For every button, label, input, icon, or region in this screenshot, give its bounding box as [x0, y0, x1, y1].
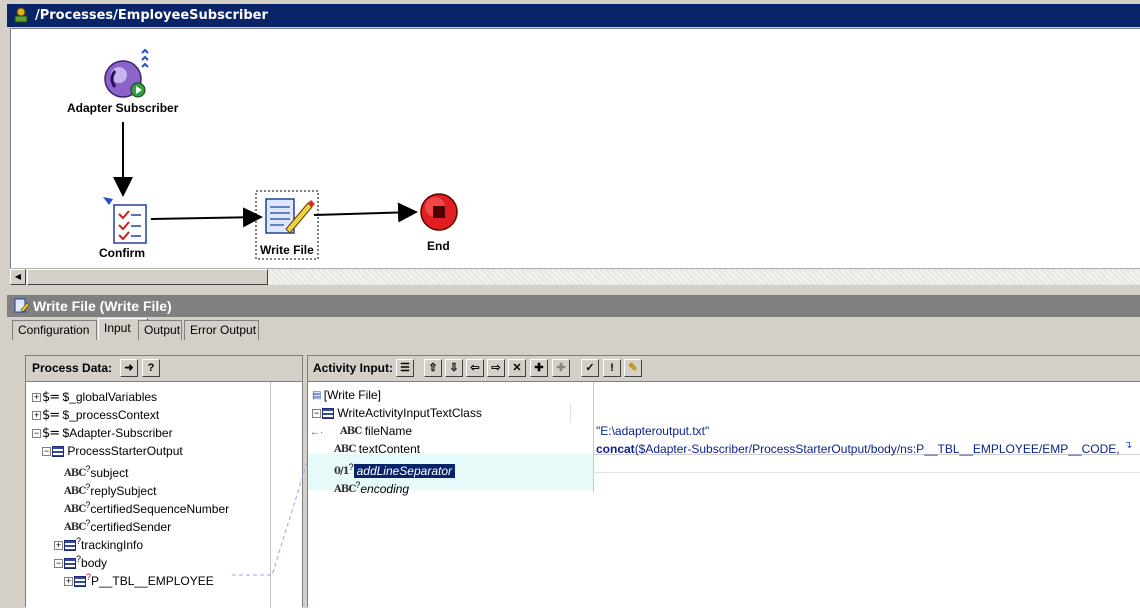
scroll-track[interactable]	[268, 270, 1140, 284]
string-icon: ABC	[334, 483, 356, 495]
concat-args: ($Adapter-Subscriber/ProcessStarterOutpu…	[634, 442, 1120, 456]
move-up-icon[interactable]: ⇧	[424, 359, 442, 377]
tree-item[interactable]: ABC textContent	[334, 440, 420, 458]
move-right-icon[interactable]: ⇨	[487, 359, 505, 377]
tree-item[interactable]: ABC?subject	[64, 460, 128, 480]
tree-item[interactable]: ABC?certifiedSender	[64, 514, 171, 534]
transition-confirm-writefile[interactable]	[150, 207, 263, 228]
tree-item[interactable]: − $= $Adapter-Subscriber	[32, 424, 173, 442]
tree-item[interactable]: + ?P__TBL__EMPLOYEE	[64, 568, 214, 588]
tree-item[interactable]: ABC?replySubject	[64, 478, 156, 498]
help-icon[interactable]: ?	[142, 359, 160, 377]
tree-item[interactable]: − ProcessStarterOutput	[42, 442, 183, 460]
process-data-header: Process Data: ➜ ?	[26, 356, 302, 382]
string-icon: ABC	[334, 443, 356, 455]
expand-icon[interactable]: +	[54, 541, 63, 551]
variable-icon: $=	[42, 389, 60, 405]
delete-icon[interactable]: ✕	[508, 359, 526, 377]
tree-item[interactable]: + $= $_globalVariables	[32, 388, 157, 406]
string-icon: ABC	[340, 425, 362, 437]
textcontent-value[interactable]: concat($Adapter-Subscriber/ProcessStarte…	[596, 440, 1136, 458]
map-arrow-icon[interactable]: ➜	[120, 359, 138, 377]
confirm-label[interactable]: Confirm	[99, 246, 145, 260]
add-icon[interactable]: ✚	[530, 359, 548, 377]
tab-error-output[interactable]: Error Output	[184, 320, 259, 340]
edit-expression-icon[interactable]: ✎	[624, 359, 642, 377]
end-icon[interactable]	[420, 193, 458, 231]
mapping-connector	[232, 452, 311, 576]
tree-item[interactable]: − WriteActivityInputTextClass	[312, 404, 482, 422]
scroll-left-icon[interactable]: ◀	[10, 269, 26, 285]
write-file-label[interactable]: Write File	[260, 243, 314, 257]
complex-element-icon	[74, 576, 86, 588]
tab-output[interactable]: Output	[138, 320, 182, 340]
validate-icon[interactable]: ✓	[581, 359, 599, 377]
adapter-subscriber-icon[interactable]	[104, 48, 149, 98]
concat-keyword: concat	[596, 442, 635, 456]
process-canvas[interactable]: Adapter Subscriber Confirm Write File En…	[10, 28, 1140, 268]
process-canvas-window: /Processes/EmployeeSubscriber Adapter Su…	[0, 0, 1140, 288]
activity-input-panel: Activity Input: ☰ ⇧ ⇩ ⇦ ⇨ ✕ ✚ ✚ ✓ ! ✎ ▤ …	[307, 355, 1140, 608]
show-list-icon[interactable]: ☰	[396, 359, 414, 377]
confirm-icon[interactable]	[103, 197, 147, 244]
activity-input-tree[interactable]: ▤ [Write File] − WriteActivityInputTextC…	[308, 382, 1140, 608]
process-window-titlebar: /Processes/EmployeeSubscriber	[7, 4, 1140, 27]
add-child-icon[interactable]: ✚	[552, 359, 570, 377]
collapse-icon[interactable]: −	[54, 559, 63, 569]
collapse-icon[interactable]: −	[32, 429, 41, 439]
expand-icon[interactable]: +	[64, 577, 73, 587]
expand-icon[interactable]: +	[32, 411, 41, 421]
scroll-thumb[interactable]	[27, 269, 268, 285]
variable-icon: $=	[42, 425, 60, 441]
tree-item[interactable]: + ?trackingInfo	[54, 532, 143, 552]
canvas-horizontal-scrollbar[interactable]: ◀	[10, 268, 1140, 285]
collapse-icon[interactable]: −	[42, 447, 51, 457]
complex-element-icon	[52, 446, 64, 458]
process-window-title: /Processes/EmployeeSubscriber	[35, 8, 268, 23]
row-divider	[593, 472, 1140, 473]
move-left-icon[interactable]: ⇦	[466, 359, 484, 377]
error-icon[interactable]: !	[603, 359, 621, 377]
process-icon	[14, 7, 28, 23]
mapped-arrow-icon: ←·	[310, 427, 324, 438]
activity-input-label: Activity Input:	[313, 361, 393, 375]
tree-item[interactable]: ABC?encoding	[334, 476, 409, 496]
move-down-icon[interactable]: ⇩	[445, 359, 463, 377]
activity-input-header: Activity Input: ☰ ⇧ ⇩ ⇦ ⇨ ✕ ✚ ✚ ✓ ! ✎	[308, 356, 1140, 382]
tab-configuration[interactable]: Configuration	[12, 320, 97, 340]
tree-item[interactable]: ←· ABC fileName	[310, 422, 412, 440]
properties-titlebar: Write File (Write File)	[7, 295, 1140, 317]
tree-item[interactable]: + $= $_processContext	[32, 406, 159, 424]
transition-writefile-end[interactable]	[313, 202, 418, 223]
filename-value[interactable]: "E:\adapteroutput.txt"	[596, 422, 709, 440]
process-data-label: Process Data:	[32, 361, 113, 375]
activity-icon: ▤	[312, 389, 322, 401]
collapse-icon[interactable]: −	[312, 409, 321, 419]
variable-icon: $=	[42, 407, 60, 423]
tree-item[interactable]: 0/1? addLineSeparator	[334, 458, 456, 478]
adapter-subscriber-label[interactable]: Adapter Subscriber	[67, 101, 178, 115]
end-label[interactable]: End	[427, 239, 450, 253]
complex-element-icon	[322, 408, 334, 420]
tree-item[interactable]: − ?body	[54, 550, 107, 570]
process-diagram	[103, 48, 458, 260]
properties-title: Write File (Write File)	[33, 298, 172, 314]
write-file-small-icon	[14, 298, 29, 313]
expand-icon[interactable]: +	[32, 393, 41, 403]
wrap-arrow-icon: ↴	[1124, 440, 1133, 451]
tree-item[interactable]: ▤ [Write File]	[312, 386, 381, 404]
tree-item[interactable]: ABC?certifiedSequenceNumber	[64, 496, 229, 516]
row-divider	[570, 404, 571, 422]
